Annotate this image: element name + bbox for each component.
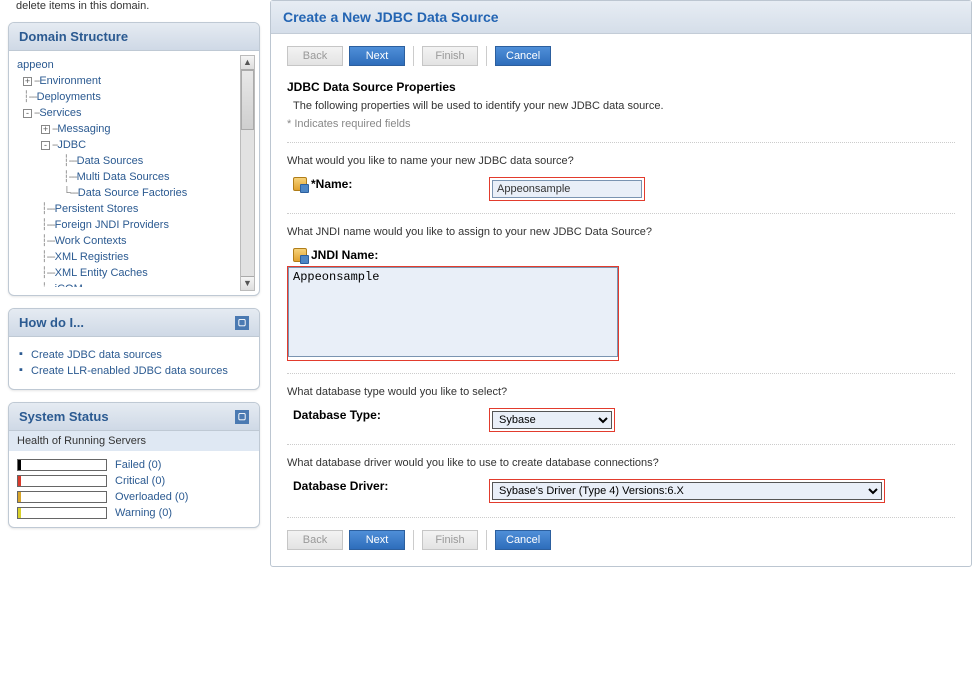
domain-structure-panel: Domain Structure appeon +--Environment ┆… (8, 22, 260, 296)
expand-icon[interactable]: + (23, 77, 32, 86)
name-field-block: What would you like to name your new JDB… (287, 142, 955, 201)
status-row-critical: Critical (0) (9, 473, 259, 489)
system-status-subtitle: Health of Running Servers (9, 431, 259, 451)
name-question: What would you like to name your new JDB… (287, 155, 955, 167)
tree-item-xml-registries[interactable]: ┆---XML Registries (17, 249, 248, 265)
status-row-warning: Warning (0) (9, 505, 259, 521)
status-link-failed[interactable]: Failed (0) (115, 459, 161, 471)
howdoi-panel: How do I... ▢ Create JDBC data sources C… (8, 308, 260, 390)
button-row-bottom: Back Next Finish Cancel (287, 530, 955, 550)
divider (486, 46, 487, 66)
dbtype-label: Database Type: (287, 408, 477, 422)
dbtype-field-block: What database type would you like to sel… (287, 373, 955, 432)
button-row-top: Back Next Finish Cancel (287, 46, 955, 66)
props-title: JDBC Data Source Properties (287, 80, 955, 94)
status-link-overloaded[interactable]: Overloaded (0) (115, 491, 188, 503)
props-desc: The following properties will be used to… (287, 100, 955, 112)
status-bar (17, 459, 107, 471)
scroll-up-icon[interactable]: ▲ (241, 56, 254, 70)
domain-tree: appeon +--Environment ┆---Deployments --… (17, 57, 251, 287)
status-bar (17, 491, 107, 503)
collapse-panel-icon[interactable]: ▢ (235, 316, 249, 330)
dbdriver-highlight: Sybase's Driver (Type 4) Versions:6.X (489, 479, 885, 503)
tree-item-work-contexts[interactable]: ┆---Work Contexts (17, 233, 248, 249)
tree-scrollbar[interactable]: ▲ ▼ (240, 55, 255, 291)
tree-item-data-source-factories[interactable]: └---Data Source Factories (17, 185, 248, 201)
tree-item-environment[interactable]: +--Environment (17, 73, 248, 89)
required-note: * Indicates required fields (287, 118, 955, 130)
tree-item-deployments[interactable]: ┆---Deployments (17, 89, 248, 105)
tree-item-foreign-jndi[interactable]: ┆---Foreign JNDI Providers (17, 217, 248, 233)
name-input[interactable] (492, 180, 642, 198)
next-button[interactable]: Next (349, 530, 405, 550)
tree-item-jcom[interactable]: ┆---jCOM (17, 281, 248, 287)
tree-item-persistent-stores[interactable]: ┆---Persistent Stores (17, 201, 248, 217)
next-button[interactable]: Next (349, 46, 405, 66)
collapse-icon[interactable]: - (23, 109, 32, 118)
divider (413, 530, 414, 550)
collapse-icon[interactable]: - (41, 141, 50, 150)
status-bar (17, 507, 107, 519)
system-status-panel: System Status ▢ Health of Running Server… (8, 402, 260, 528)
howdoi-list: Create JDBC data sources Create LLR-enab… (17, 347, 251, 379)
divider (413, 46, 414, 66)
tree-item-jdbc[interactable]: ---JDBC (17, 137, 248, 153)
finish-button[interactable]: Finish (422, 46, 478, 66)
cancel-button[interactable]: Cancel (495, 530, 551, 550)
name-highlight (489, 177, 645, 201)
main-content-panel: Create a New JDBC Data Source Back Next … (270, 0, 972, 567)
top-note: delete items in this domain. (8, 0, 260, 22)
page-title: Create a New JDBC Data Source (271, 1, 971, 34)
tree-item-data-sources[interactable]: ┆---Data Sources (17, 153, 248, 169)
jndi-question: What JNDI name would you like to assign … (287, 226, 955, 238)
dbtype-select[interactable]: Sybase (492, 411, 612, 429)
dbdriver-label: Database Driver: (287, 479, 477, 493)
system-status-title: System Status (19, 409, 109, 424)
collapse-panel-icon[interactable]: ▢ (235, 410, 249, 424)
expand-icon[interactable]: + (41, 125, 50, 134)
back-button[interactable]: Back (287, 530, 343, 550)
jndi-field-block: What JNDI name would you like to assign … (287, 213, 955, 361)
tree-item-xml-entity-caches[interactable]: ┆---XML Entity Caches (17, 265, 248, 281)
howdoi-link-1[interactable]: Create JDBC data sources (17, 347, 251, 363)
status-bar (17, 475, 107, 487)
tree-item-messaging[interactable]: +--Messaging (17, 121, 248, 137)
status-link-warning[interactable]: Warning (0) (115, 507, 172, 519)
name-label: *Name: (287, 177, 477, 191)
dbdriver-select[interactable]: Sybase's Driver (Type 4) Versions:6.X (492, 482, 882, 500)
dbdriver-question: What database driver would you like to u… (287, 457, 955, 469)
back-button[interactable]: Back (287, 46, 343, 66)
dbtype-question: What database type would you like to sel… (287, 386, 955, 398)
jndi-highlight (287, 266, 619, 361)
howdoi-link-2[interactable]: Create LLR-enabled JDBC data sources (17, 363, 251, 379)
howdoi-title: How do I... (19, 315, 84, 330)
restart-icon (293, 177, 307, 191)
domain-structure-title: Domain Structure (9, 23, 259, 51)
dbdriver-field-block: What database driver would you like to u… (287, 444, 955, 503)
jndi-label: JNDI Name: (287, 248, 955, 262)
status-row-overloaded: Overloaded (0) (9, 489, 259, 505)
finish-button[interactable]: Finish (422, 530, 478, 550)
divider (486, 530, 487, 550)
status-link-critical[interactable]: Critical (0) (115, 475, 165, 487)
scroll-thumb[interactable] (241, 70, 254, 130)
scroll-down-icon[interactable]: ▼ (241, 276, 254, 290)
jndi-input[interactable] (288, 267, 618, 357)
tree-item-services[interactable]: ---Services (17, 105, 248, 121)
tree-item-multi-data-sources[interactable]: ┆---Multi Data Sources (17, 169, 248, 185)
tree-root[interactable]: appeon (17, 57, 248, 73)
status-row-failed: Failed (0) (9, 457, 259, 473)
restart-icon (293, 248, 307, 262)
cancel-button[interactable]: Cancel (495, 46, 551, 66)
dbtype-highlight: Sybase (489, 408, 615, 432)
